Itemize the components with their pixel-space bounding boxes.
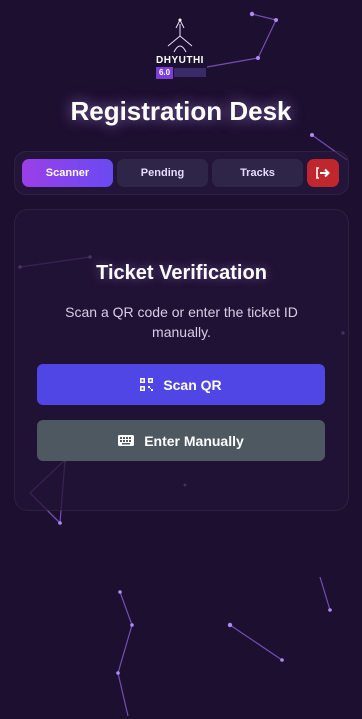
card-subtitle: Scan a QR code or enter the ticket ID ma… bbox=[65, 304, 298, 340]
sign-out-icon bbox=[316, 167, 330, 179]
tab-scanner[interactable]: Scanner bbox=[22, 159, 113, 187]
ticket-verification-card: Ticket Verification Scan a QR code or en… bbox=[14, 209, 349, 511]
keyboard-icon bbox=[118, 435, 135, 446]
scan-qr-button[interactable]: Scan QR bbox=[37, 364, 325, 405]
logo-lamp-icon bbox=[167, 18, 193, 53]
tab-bar: Scanner Pending Tracks bbox=[14, 151, 349, 195]
tab-tracks[interactable]: Tracks bbox=[212, 159, 303, 187]
logout-button[interactable] bbox=[307, 159, 339, 187]
logo-tagline-strip bbox=[174, 68, 206, 77]
tab-pending[interactable]: Pending bbox=[117, 159, 208, 187]
qr-code-icon bbox=[140, 378, 154, 391]
logo-version: 6.0 bbox=[156, 67, 173, 79]
scan-qr-label: Scan QR bbox=[163, 376, 222, 393]
page-title: Registration Desk bbox=[70, 96, 292, 126]
logo-name: DHYUTHI bbox=[156, 55, 204, 66]
event-logo: DHYUTHI 6.0 bbox=[150, 18, 210, 80]
card-title: Ticket Verification bbox=[96, 262, 267, 284]
enter-manually-label: Enter Manually bbox=[144, 432, 244, 449]
enter-manually-button[interactable]: Enter Manually bbox=[37, 420, 325, 461]
